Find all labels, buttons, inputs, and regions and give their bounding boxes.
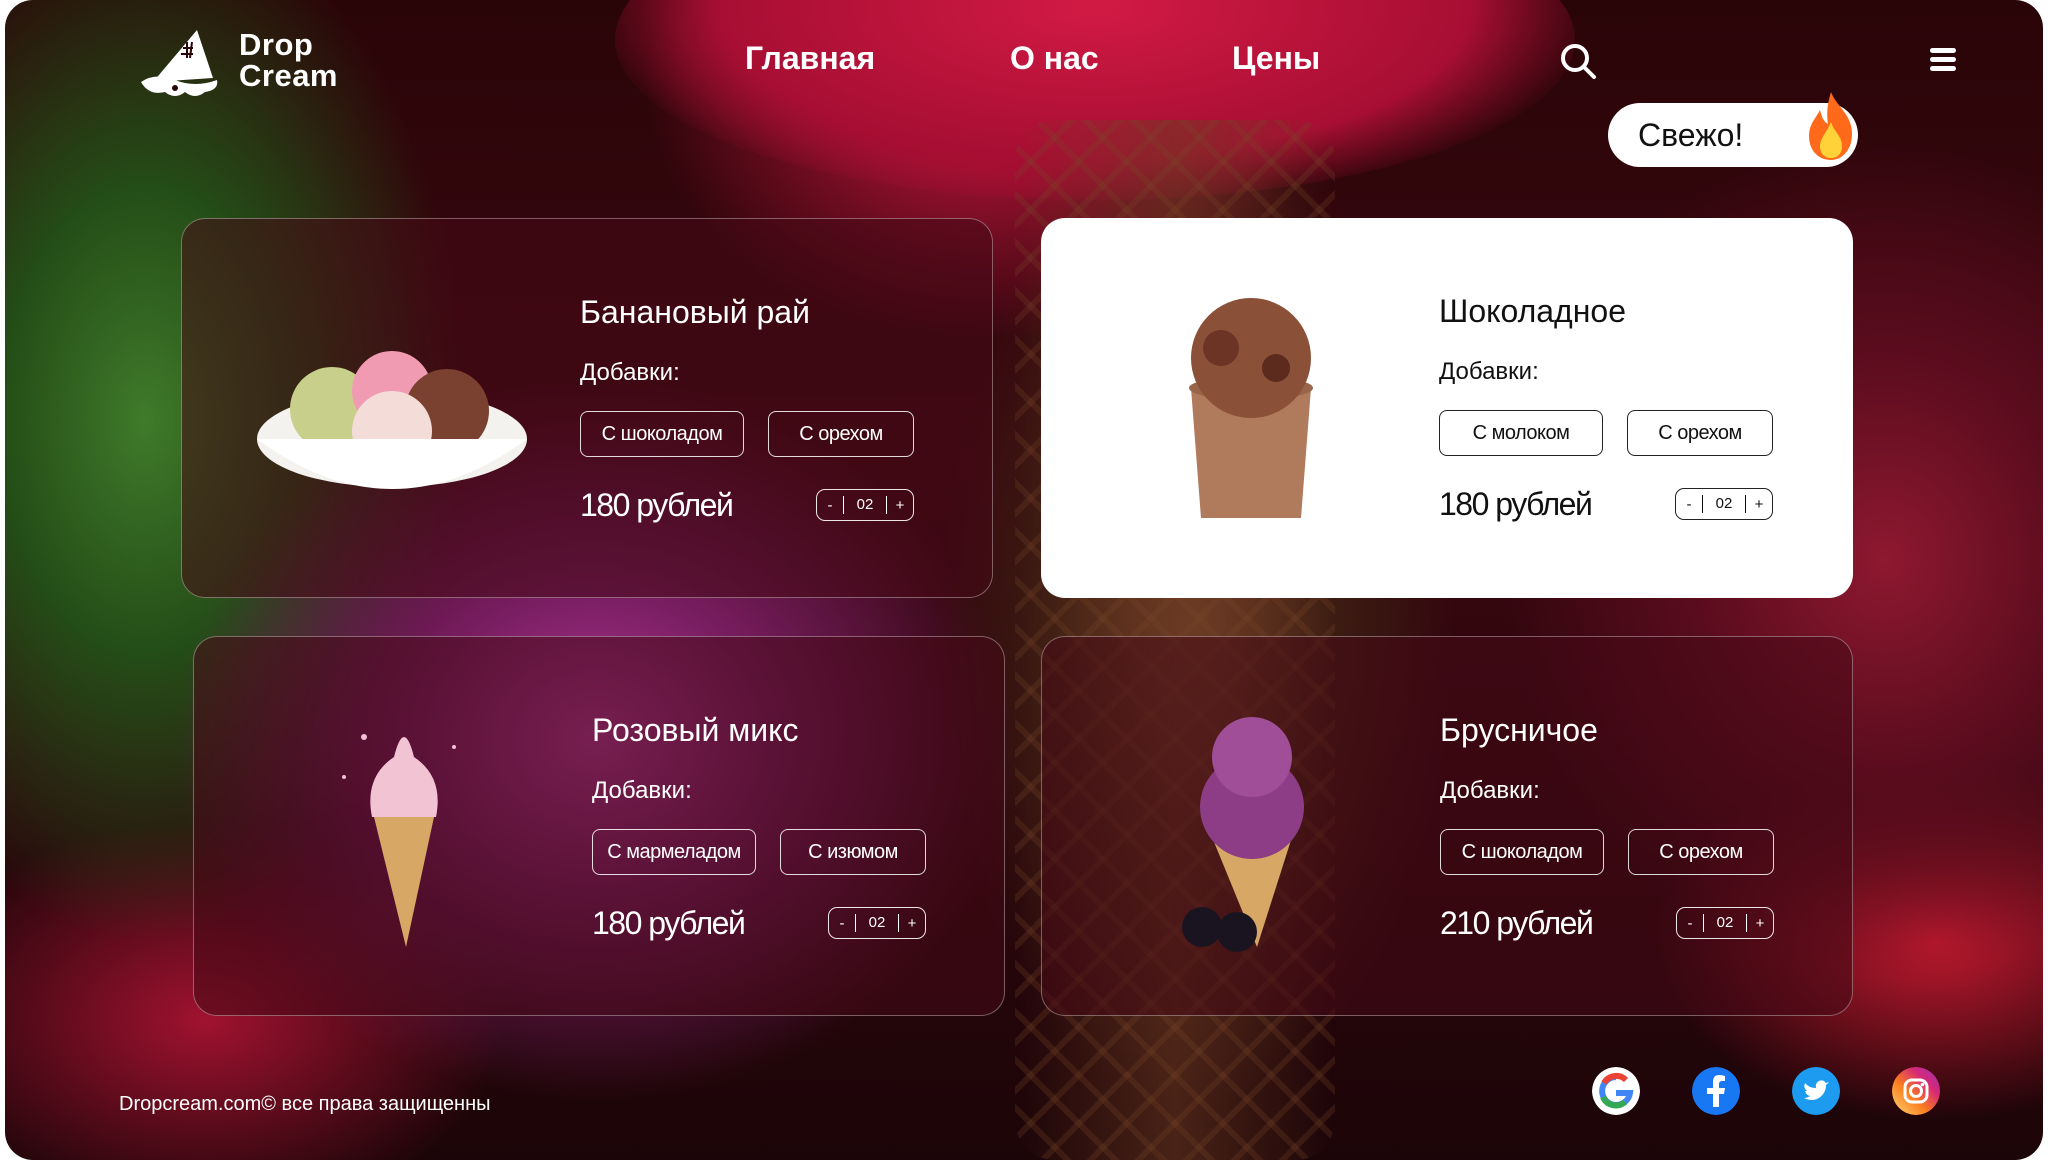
quantity-stepper: - 02 + [1675,488,1773,520]
addon-button[interactable]: С мармеладом [592,829,756,875]
fresh-badge-label: Свежо! [1638,116,1744,153]
decrement-button[interactable]: - [829,915,855,932]
nav-link-home[interactable]: Главная [745,40,875,77]
decrement-button[interactable]: - [1677,915,1703,932]
addon-button[interactable]: С шоколадом [580,411,744,457]
nav-link-prices[interactable]: Цены [1232,40,1320,77]
page-background: Drop Cream Главная О нас Цены Свежо! Бан… [5,0,2043,1160]
quantity-stepper: - 02 + [1676,907,1774,939]
product-card: Брусничое Добавки: С шоколадом С орехом … [1041,636,1853,1016]
increment-button[interactable]: + [1747,915,1773,932]
brand-name-line2: Cream [239,58,338,93]
hamburger-menu-icon[interactable] [1930,48,1956,74]
quantity-value: 02 [855,914,899,932]
product-price: 180 рублей [1439,486,1593,522]
berry-cone-image [1182,717,1304,952]
decrement-button[interactable]: - [1676,496,1702,513]
product-price: 180 рублей [592,905,746,941]
quantity-value: 02 [1703,914,1747,932]
addon-button[interactable]: С молоком [1439,410,1603,456]
addon-button[interactable]: С орехом [1628,829,1774,875]
logo[interactable]: Drop Cream [135,20,338,100]
chocolate-cup-image [1189,298,1313,518]
addons-label: Добавки: [592,777,692,804]
quantity-value: 02 [843,496,887,514]
addon-button[interactable]: С орехом [768,411,914,457]
product-card: Шоколадное Добавки: С молоком С орехом 1… [1041,218,1853,598]
facebook-icon[interactable] [1692,1067,1740,1115]
nav-link-about[interactable]: О нас [1010,40,1099,77]
increment-button[interactable]: + [1746,496,1772,513]
product-title: Брусничое [1440,712,1598,748]
fire-icon [1809,92,1852,160]
product-card: Розовый микс Добавки: С мармеладом С изю… [193,636,1005,1016]
addons-label: Добавки: [580,359,680,386]
twitter-icon[interactable] [1792,1067,1840,1115]
copyright-text: Dropcream.com© все права защищенны [119,1093,491,1115]
product-title: Шоколадное [1439,293,1626,329]
product-price: 210 рублей [1440,905,1594,941]
product-price: 180 рублей [580,487,734,523]
search-icon[interactable] [1558,41,1598,81]
addon-button[interactable]: С шоколадом [1440,829,1604,875]
addon-button[interactable]: С изюмом [780,829,926,875]
increment-button[interactable]: + [899,915,925,932]
ice-cream-logo-icon [141,30,218,96]
ice-cream-bowl-image [257,351,527,489]
increment-button[interactable]: + [887,497,913,514]
decrement-button[interactable]: - [817,497,843,514]
quantity-stepper: - 02 + [816,489,914,521]
product-title: Розовый микс [592,712,799,748]
instagram-icon[interactable] [1892,1067,1940,1115]
quantity-stepper: - 02 + [828,907,926,939]
brand-name-line1: Drop [239,27,314,62]
quantity-value: 02 [1702,495,1746,513]
addon-button[interactable]: С орехом [1627,410,1773,456]
addons-label: Добавки: [1440,777,1540,804]
google-icon[interactable] [1592,1067,1640,1115]
addons-label: Добавки: [1439,358,1539,385]
product-title: Банановый рай [580,294,810,330]
pink-cone-image [342,734,456,947]
product-card: Банановый рай Добавки: С шоколадом С оре… [181,218,993,598]
